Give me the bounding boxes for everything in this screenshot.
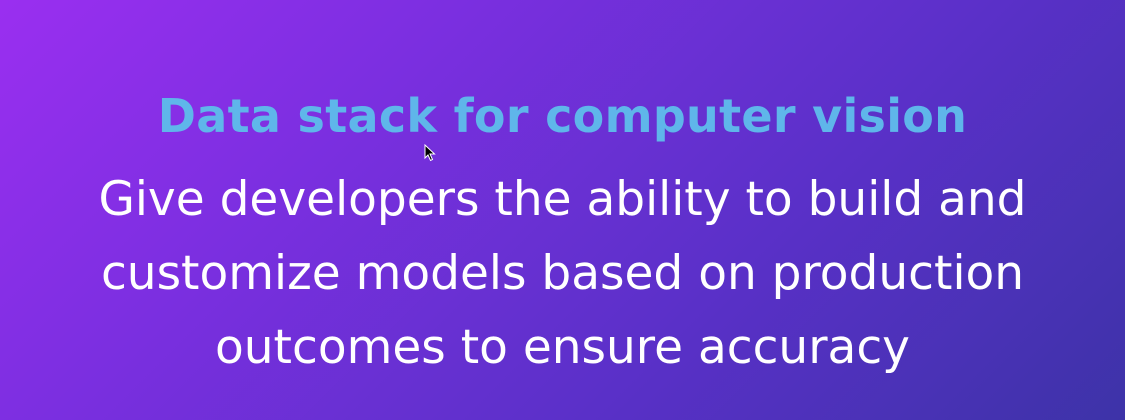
slide-subtitle: Give developers the ability to build and… xyxy=(0,163,1125,385)
subtitle-line: customize models based on production xyxy=(100,246,1025,301)
mouse-pointer-icon xyxy=(424,144,436,162)
presentation-slide: Data stack for computer vision Give deve… xyxy=(0,0,1125,420)
slide-headline: Data stack for computer vision xyxy=(157,89,968,143)
subtitle-line: outcomes to ensure accuracy xyxy=(215,320,910,375)
subtitle-line: Give developers the ability to build and xyxy=(98,172,1027,227)
